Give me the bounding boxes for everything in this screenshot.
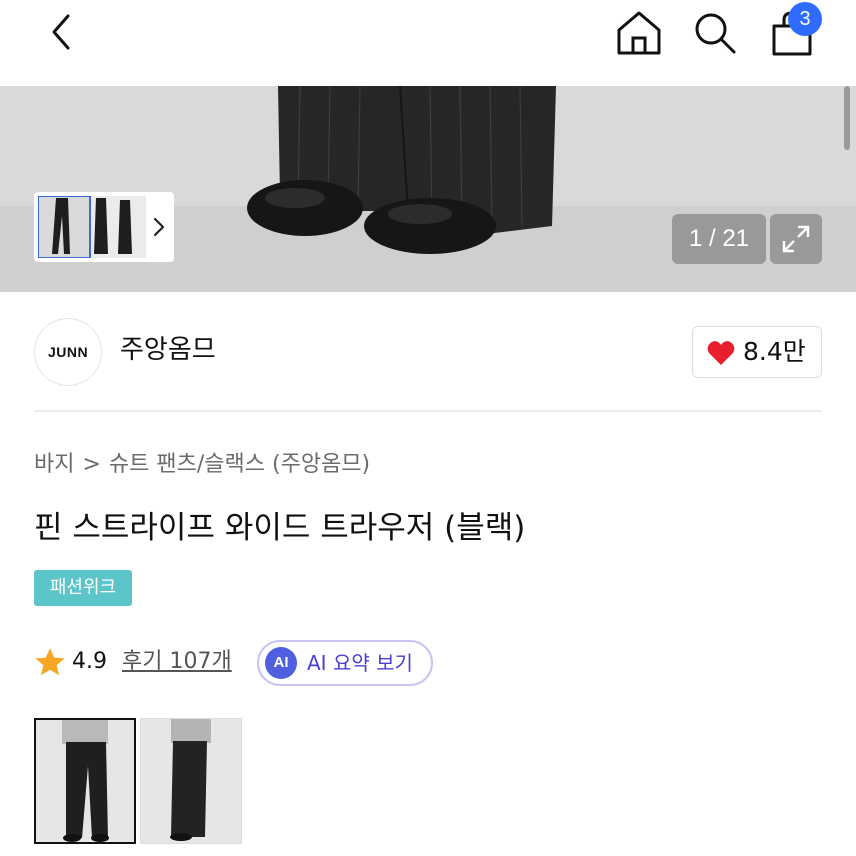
ai-summary-label: AI 요약 보기 (307, 651, 413, 675)
breadcrumb-separator: > (82, 452, 101, 477)
rating-score: 4.9 (72, 649, 107, 674)
chevron-right-icon (153, 217, 165, 237)
gallery-thumbnail-strip[interactable] (34, 192, 174, 262)
top-navigation-bar: 3 (0, 0, 856, 86)
chevron-left-icon (52, 14, 70, 50)
divider (34, 410, 822, 412)
rating-row: 4.9 후기 107개 AI AI 요약 보기 (34, 640, 454, 686)
promo-tag: 패션위크 (34, 570, 132, 606)
gallery-thumbnail[interactable] (38, 196, 146, 258)
expand-icon (782, 225, 810, 253)
breadcrumb-category[interactable]: 바지 (34, 452, 74, 477)
image-counter: 1 / 21 (672, 214, 766, 264)
review-count-link[interactable]: 후기 107개 (122, 646, 232, 678)
scroll-indicator (844, 86, 850, 150)
thumbnail-image (38, 196, 146, 258)
variant-thumbnail-front[interactable] (34, 718, 136, 844)
search-button[interactable] (690, 8, 740, 58)
back-button[interactable] (40, 10, 84, 54)
product-title: 핀 스트라이프 와이드 트라우저 (블랙) (34, 510, 526, 546)
variant-thumbnail-side[interactable] (140, 718, 242, 844)
like-button[interactable]: 8.4만 (692, 326, 822, 378)
heart-icon (707, 341, 735, 365)
home-icon (617, 11, 661, 55)
brand-logo[interactable]: JUNN (34, 318, 102, 386)
star-icon (35, 648, 65, 676)
variant-selector (34, 718, 254, 844)
breadcrumb-subcategory[interactable]: 슈트 팬츠/슬랙스 (주앙옴므) (109, 452, 370, 477)
variant-image (36, 720, 134, 842)
like-count: 8.4만 (743, 337, 806, 366)
ai-summary-button[interactable]: AI AI 요약 보기 (257, 640, 433, 686)
product-image-carousel[interactable]: 1 / 21 (0, 86, 856, 292)
search-icon (695, 13, 736, 54)
variant-image (141, 719, 241, 843)
fullscreen-button[interactable] (770, 214, 822, 264)
thumbnail-next-button[interactable] (150, 214, 168, 240)
ai-icon: AI (265, 647, 297, 679)
home-button[interactable] (614, 8, 664, 58)
brand-name[interactable]: 주앙옴므 (120, 332, 216, 368)
cart-count-badge: 3 (788, 2, 822, 36)
brand-row: JUNN 주앙옴므 8.4만 (34, 318, 822, 386)
breadcrumb: 바지 > 슈트 팬츠/슬랙스 (주앙옴므) (34, 448, 370, 482)
